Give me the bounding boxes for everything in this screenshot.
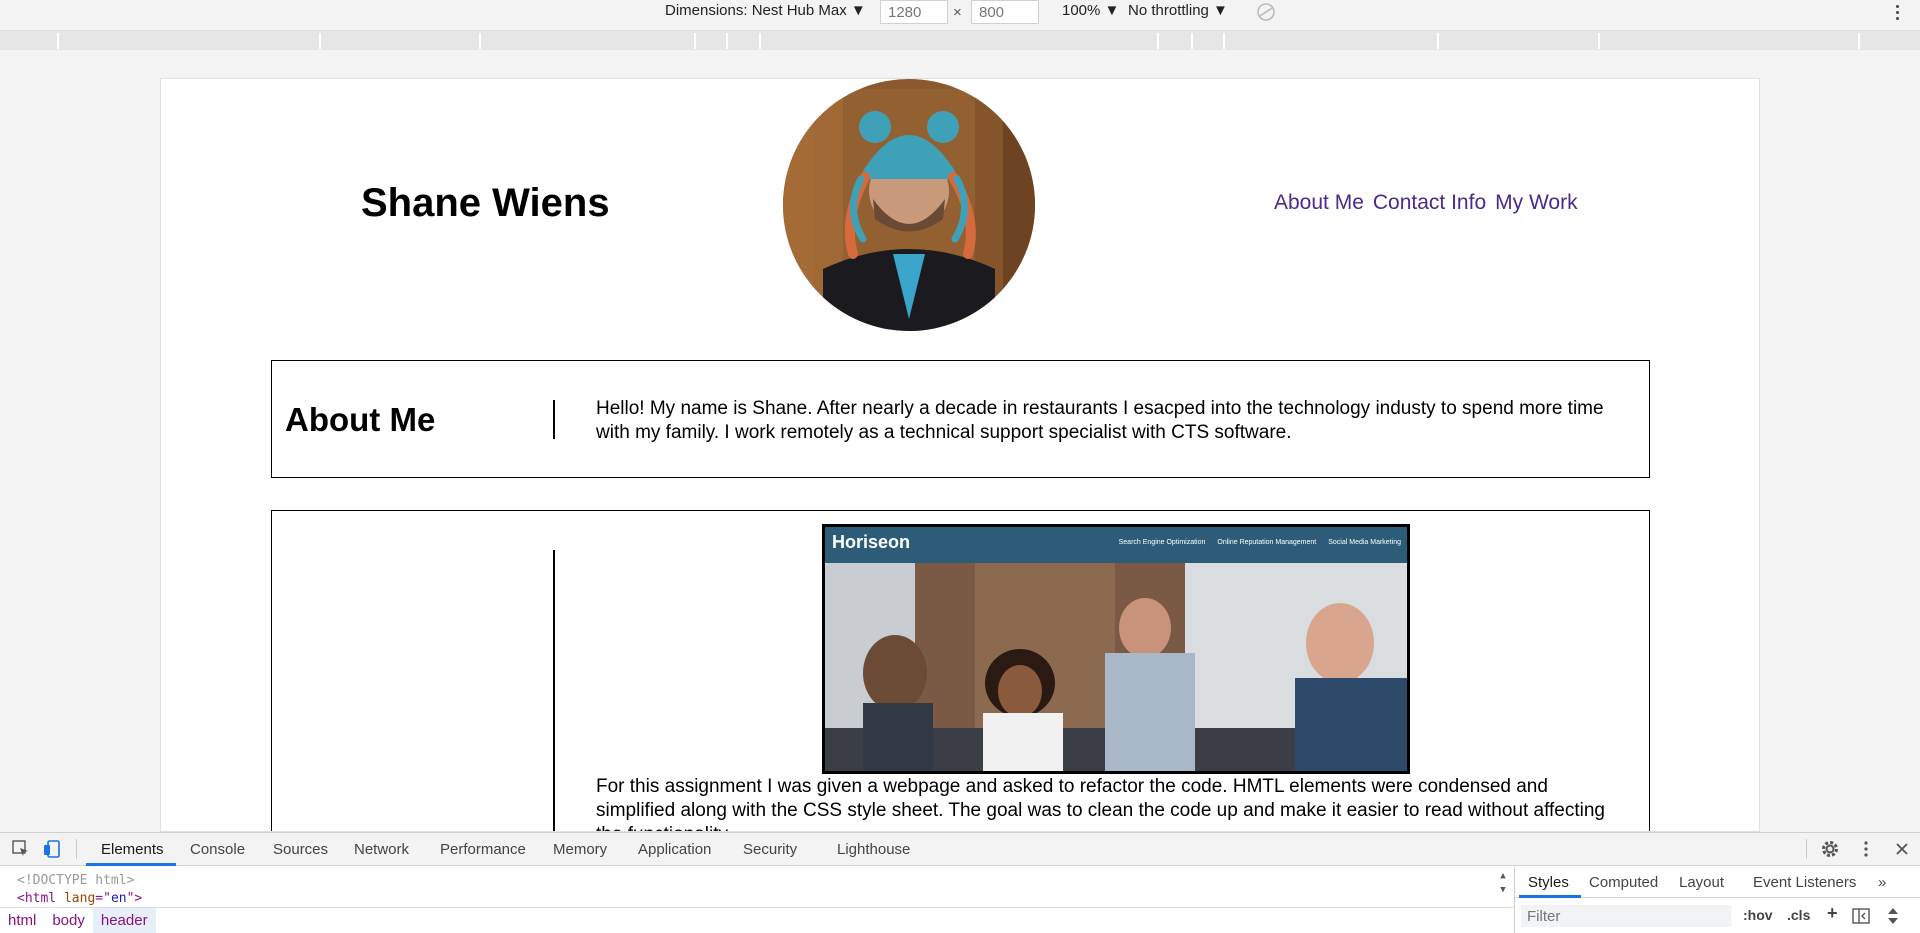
styles-filter-row: :hov .cls + bbox=[1515, 899, 1920, 933]
section-divider bbox=[553, 550, 555, 831]
project-nav-item: Search Engine Optimization bbox=[1118, 539, 1206, 546]
nav-link-contact-info[interactable]: Contact Info bbox=[1373, 191, 1486, 215]
tab-event-listeners[interactable]: Event Listeners bbox=[1753, 874, 1856, 891]
html-tag-close: "> bbox=[126, 891, 143, 906]
lang-value: en bbox=[110, 891, 127, 906]
media-query-divider bbox=[1437, 33, 1439, 49]
sidebar-tab-bar: Styles Computed Layout Event Listeners » bbox=[1515, 867, 1920, 898]
project-nav: Search Engine Optimization Online Reputa… bbox=[1119, 539, 1401, 546]
work-description: For this assignment I was given a webpag… bbox=[596, 776, 1605, 831]
project-nav-item: Online Reputation Management bbox=[1217, 539, 1317, 546]
inspect-element-icon[interactable] bbox=[11, 839, 31, 859]
media-query-divider bbox=[694, 33, 696, 49]
media-query-divider bbox=[1598, 33, 1600, 49]
media-query-divider bbox=[1157, 33, 1159, 49]
project-nav-item: Social Media Marketing bbox=[1328, 539, 1401, 546]
new-style-rule-icon[interactable]: + bbox=[1827, 903, 1838, 924]
customize-menu-icon[interactable] bbox=[1856, 839, 1876, 859]
more-tabs-chevron-icon[interactable]: » bbox=[1878, 874, 1886, 891]
toolbar-separator bbox=[76, 839, 77, 859]
devtools-panel: Elements Console Sources Network Perform… bbox=[0, 832, 1920, 933]
dimensions-dropdown[interactable]: Dimensions: Nest Hub Max ▼ bbox=[665, 2, 866, 19]
lang-attribute: lang bbox=[63, 891, 96, 906]
tab-application[interactable]: Application bbox=[638, 841, 711, 858]
tab-elements[interactable]: Elements bbox=[101, 841, 164, 858]
media-query-divider bbox=[1858, 33, 1860, 49]
scroll-arrows-icon[interactable] bbox=[1887, 907, 1899, 925]
dom-line-doctype[interactable]: <!DOCTYPE html> bbox=[17, 873, 134, 888]
media-query-divider bbox=[726, 33, 728, 49]
styles-filter-input[interactable] bbox=[1521, 905, 1731, 927]
nav-link-about-me[interactable]: About Me bbox=[1274, 191, 1364, 215]
site-title: Shane Wiens bbox=[361, 181, 610, 225]
viewport-width-input[interactable] bbox=[880, 0, 948, 24]
media-query-divider bbox=[1223, 33, 1225, 49]
active-tab-indicator bbox=[86, 863, 176, 866]
media-query-divider bbox=[479, 33, 481, 49]
class-toggle[interactable]: .cls bbox=[1787, 907, 1810, 923]
media-query-divider bbox=[1191, 33, 1193, 49]
elements-dom-tree: <!DOCTYPE html> <html lang="en"> ▲ ▼ html… bbox=[0, 867, 1514, 933]
project-logo: Horiseon bbox=[832, 532, 911, 552]
about-heading: About Me bbox=[285, 401, 436, 438]
toolbar-separator bbox=[1806, 839, 1807, 859]
tab-layout[interactable]: Layout bbox=[1679, 874, 1724, 891]
toggle-sidebar-icon[interactable] bbox=[1852, 908, 1870, 924]
attr-equals: =" bbox=[95, 891, 111, 906]
settings-gear-icon[interactable] bbox=[1820, 839, 1840, 859]
tab-lighthouse[interactable]: Lighthouse bbox=[837, 841, 910, 858]
project-header-bar: Horiseon Search Engine Optimization Onli… bbox=[825, 527, 1407, 563]
devtools-tab-bar: Elements Console Sources Network Perform… bbox=[0, 833, 1920, 866]
doctype-text: <!DOCTYPE html> bbox=[17, 873, 135, 888]
device-toggle-icon[interactable] bbox=[43, 839, 63, 859]
project-screenshot[interactable]: Horiseon Search Engine Optimization Onli… bbox=[822, 524, 1410, 774]
project-photo bbox=[825, 563, 1407, 771]
media-query-divider bbox=[319, 33, 321, 49]
styles-sidebar: Styles Computed Layout Event Listeners »… bbox=[1514, 867, 1920, 933]
media-query-divider bbox=[57, 33, 59, 49]
tab-console[interactable]: Console bbox=[190, 841, 245, 858]
about-section: About Me Hello! My name is Shane. After … bbox=[271, 360, 1650, 478]
zoom-dropdown[interactable]: 100% ▼ bbox=[1062, 2, 1119, 19]
site-nav: About Me Contact Info My Work bbox=[1274, 191, 1578, 215]
tab-security[interactable]: Security bbox=[743, 841, 797, 858]
breadcrumb-body[interactable]: body bbox=[44, 908, 93, 933]
dom-scroll-arrows[interactable]: ▲ ▼ bbox=[1496, 869, 1510, 903]
profile-photo bbox=[783, 79, 1035, 331]
active-side-tab-indicator bbox=[1519, 895, 1581, 898]
device-viewport: Shane Wiens About Me Contact Info My Wor… bbox=[160, 78, 1760, 832]
tab-performance[interactable]: Performance bbox=[440, 841, 526, 858]
tab-styles[interactable]: Styles bbox=[1528, 874, 1569, 891]
tab-computed[interactable]: Computed bbox=[1589, 874, 1658, 891]
tab-sources[interactable]: Sources bbox=[273, 841, 328, 858]
hover-state-toggle[interactable]: :hov bbox=[1743, 907, 1773, 923]
tab-memory[interactable]: Memory bbox=[553, 841, 607, 858]
media-query-bar bbox=[0, 30, 1920, 50]
dimensions-times: × bbox=[953, 4, 962, 21]
tab-network[interactable]: Network bbox=[354, 841, 409, 858]
breadcrumb-html[interactable]: html bbox=[0, 908, 44, 933]
rotate-icon[interactable] bbox=[1256, 2, 1276, 22]
about-text: Hello! My name is Shane. After nearly a … bbox=[596, 398, 1604, 443]
close-icon[interactable] bbox=[1892, 839, 1912, 859]
breadcrumb-header[interactable]: header bbox=[92, 908, 156, 933]
media-query-divider bbox=[759, 33, 761, 49]
dom-line-html[interactable]: <html lang="en"> bbox=[17, 891, 142, 906]
html-open-tag: <html bbox=[17, 891, 57, 906]
section-divider bbox=[553, 400, 555, 439]
breadcrumb: html body header bbox=[0, 907, 1514, 933]
throttling-dropdown[interactable]: No throttling ▼ bbox=[1128, 2, 1228, 19]
viewport-height-input[interactable] bbox=[971, 0, 1039, 24]
nav-link-my-work[interactable]: My Work bbox=[1495, 191, 1577, 215]
more-options-icon[interactable] bbox=[1890, 0, 1904, 24]
work-section: Horiseon Search Engine Optimization Onli… bbox=[271, 510, 1650, 831]
device-toolbar: Dimensions: Nest Hub Max ▼ × 100% ▼ No t… bbox=[0, 0, 1920, 28]
